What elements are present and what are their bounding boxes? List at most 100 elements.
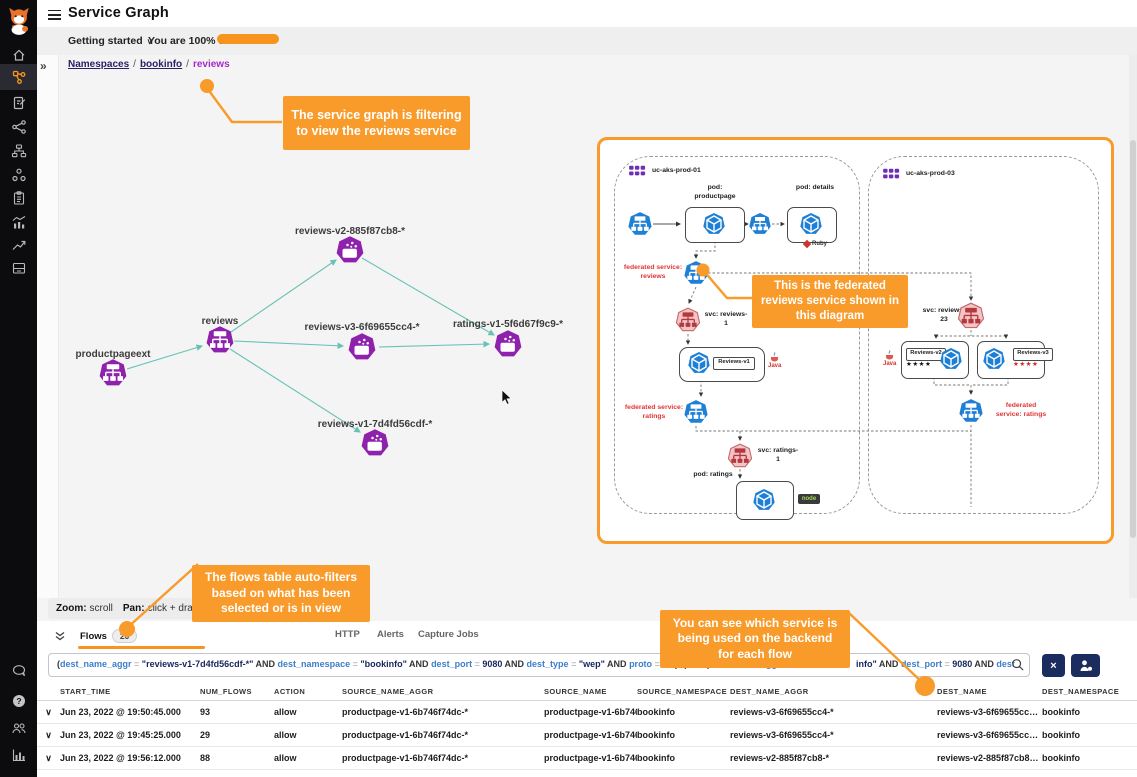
page-title: Service Graph: [68, 5, 169, 21]
sidebar-item-users[interactable]: [0, 715, 37, 741]
clipboard-icon: [11, 190, 27, 206]
svg-text:?: ?: [16, 696, 21, 706]
service-icon: [748, 212, 772, 236]
graph-node-reviews[interactable]: [205, 325, 235, 360]
flows-table: START_TIME NUM_FLOWS ACTION SOURCE_NAME_…: [37, 682, 1137, 777]
java-cup-icon: [770, 352, 779, 363]
callout-flows-autofilter: The flows table auto-filters based on wh…: [192, 565, 370, 622]
hamburger-menu-icon[interactable]: [48, 7, 61, 18]
getting-started-dropdown[interactable]: Getting started∨: [68, 35, 153, 47]
search-icon[interactable]: [1011, 658, 1025, 672]
col-source-name[interactable]: SOURCE_NAME: [544, 687, 637, 696]
federated-ratings-service-icon: [683, 399, 709, 425]
federated-reviews-service-icon: [683, 260, 709, 286]
pod-icon: [799, 212, 823, 236]
col-num-flows[interactable]: NUM_FLOWS: [200, 687, 274, 696]
filter-query-input[interactable]: (dest_name_aggr = "reviews-v1-7d4fd56cdf…: [48, 653, 1030, 677]
cat-logo-icon: [6, 5, 32, 35]
java-logo: Java: [768, 352, 781, 369]
tab-flows[interactable]: Flows20: [80, 629, 137, 643]
svc-reviews-1-icon: [675, 307, 701, 333]
pod-ratings-label: pod: ratings: [693, 471, 733, 480]
service-icon: [627, 211, 653, 237]
federated-reviews-label: federated service: reviews: [618, 264, 688, 282]
graph-node-reviews-v1[interactable]: [360, 428, 390, 463]
reviews-v3-stars: ★★★★: [1013, 360, 1038, 368]
row-expand-chevron[interactable]: ∨: [37, 730, 60, 741]
cluster-icon: [881, 167, 903, 183]
progress-bar: [217, 34, 279, 44]
federated-ratings-label: federated service: ratings: [620, 404, 688, 422]
getting-started-bar: Getting started∨ You are 100% done: [37, 27, 1137, 55]
cluster-icon: [627, 164, 649, 180]
pod-icon: [702, 212, 726, 236]
col-dest-name[interactable]: DEST_NAME: [937, 687, 1042, 696]
breadcrumb-namespaces[interactable]: Namespaces: [68, 59, 129, 70]
storage-box-icon: [11, 260, 27, 276]
breadcrumb-reviews: reviews: [193, 59, 230, 70]
edge-v3-ratings: [379, 344, 489, 347]
col-dest-name-aggr[interactable]: DEST_NAME_AGGR: [730, 687, 937, 696]
callout-filtering: The service graph is filtering to view t…: [283, 96, 470, 150]
graph-node-ratings-v1[interactable]: [493, 329, 523, 364]
row-expand-chevron[interactable]: ∨: [37, 707, 60, 718]
nodejs-logo: node: [798, 494, 820, 504]
bar-chart-icon: [11, 747, 27, 763]
callout-federated-service: This is the federated reviews service sh…: [752, 275, 908, 328]
svc-reviews-1-label: svc: reviews-1: [704, 311, 748, 329]
row-expand-chevron[interactable]: ∨: [37, 753, 60, 764]
sidebar-item-help[interactable]: ?: [0, 688, 37, 714]
expand-panel-button[interactable]: »: [40, 59, 47, 73]
filter-query-text-tail: info" AND dest_port = 9080 AND dest_: [856, 659, 1020, 669]
callout-backend-service: You can see which service is being used …: [660, 610, 850, 668]
pod-icon: [752, 488, 776, 512]
pod-icon: [687, 351, 711, 375]
ruby-logo: Ruby: [804, 241, 827, 247]
flows-filter-row: (dest_name_aggr = "reviews-v1-7d4fd56cdf…: [37, 650, 1137, 682]
sidebar-item-policies[interactable]: [0, 90, 37, 116]
tab-capture-jobs[interactable]: Capture Jobs: [418, 629, 479, 640]
scrollbar-thumb[interactable]: [1130, 140, 1136, 538]
col-source-name-aggr[interactable]: SOURCE_NAME_AGGR: [342, 687, 544, 696]
col-source-namespace[interactable]: SOURCE_NAMESPACE: [637, 687, 730, 696]
col-start-time[interactable]: START_TIME: [60, 687, 200, 696]
sidebar-item-hierarchy[interactable]: [0, 138, 37, 164]
reviews-v1-tag: Reviews-v1: [713, 357, 755, 370]
bottom-tabs-bar: Flows20 HTTP Alerts Capture Jobs: [37, 621, 1137, 651]
col-dest-namespace[interactable]: DEST_NAMESPACE: [1042, 687, 1137, 696]
policy-document-icon: [11, 95, 27, 111]
reviews-v2-stars: ★★★★: [906, 360, 931, 368]
federated-ratings-service-icon: [958, 398, 984, 424]
table-row[interactable]: ∨ Jun 23, 2022 @ 19:45:25.00029 allowpro…: [37, 724, 1137, 747]
chat-bubble-icon: [11, 663, 27, 679]
active-tab-underline: [78, 646, 205, 649]
table-row[interactable]: ∨ Jun 23, 2022 @ 19:50:45.00072 allowpro…: [37, 770, 1137, 777]
stats-chart-icon: [11, 215, 27, 231]
hierarchy-tree-icon: [11, 143, 27, 159]
sidebar-item-service-graph[interactable]: [0, 64, 37, 90]
collapse-panel-icon[interactable]: [54, 630, 66, 642]
federation-diagram-panel: uc-aks-prod-01 pod: productpage pod: det…: [597, 137, 1114, 544]
pod-icon: [939, 347, 963, 371]
sidebar-item-chat[interactable]: [0, 658, 37, 684]
svc-reviews-23-icon: [957, 302, 985, 330]
user-filter-button[interactable]: [1071, 654, 1100, 677]
tab-http[interactable]: HTTP: [335, 629, 360, 640]
tab-alerts[interactable]: Alerts: [377, 629, 404, 640]
sidebar-item-dashboard[interactable]: [0, 742, 37, 768]
users-icon: [11, 720, 27, 736]
sidebar-item-storage[interactable]: [0, 255, 37, 281]
graph-node-productpageext[interactable]: [98, 358, 128, 393]
col-action[interactable]: ACTION: [274, 687, 342, 696]
graph-node-reviews-v2[interactable]: [335, 235, 365, 270]
help-icon: ?: [11, 693, 27, 709]
table-row[interactable]: ∨ Jun 23, 2022 @ 19:56:12.00088 allowpro…: [37, 747, 1137, 770]
clear-filter-button[interactable]: ×: [1042, 654, 1065, 677]
app-header: Service Graph: [37, 0, 1137, 28]
breadcrumb-bookinfo[interactable]: bookinfo: [140, 59, 182, 70]
table-row[interactable]: ∨ Jun 23, 2022 @ 19:50:45.00093 allowpro…: [37, 701, 1137, 724]
graph-node-reviews-v3[interactable]: [347, 332, 377, 367]
service-graph-icon: [11, 69, 27, 85]
sidebar-item-compliance[interactable]: [0, 185, 37, 211]
sidebar-item-network[interactable]: [0, 114, 37, 140]
